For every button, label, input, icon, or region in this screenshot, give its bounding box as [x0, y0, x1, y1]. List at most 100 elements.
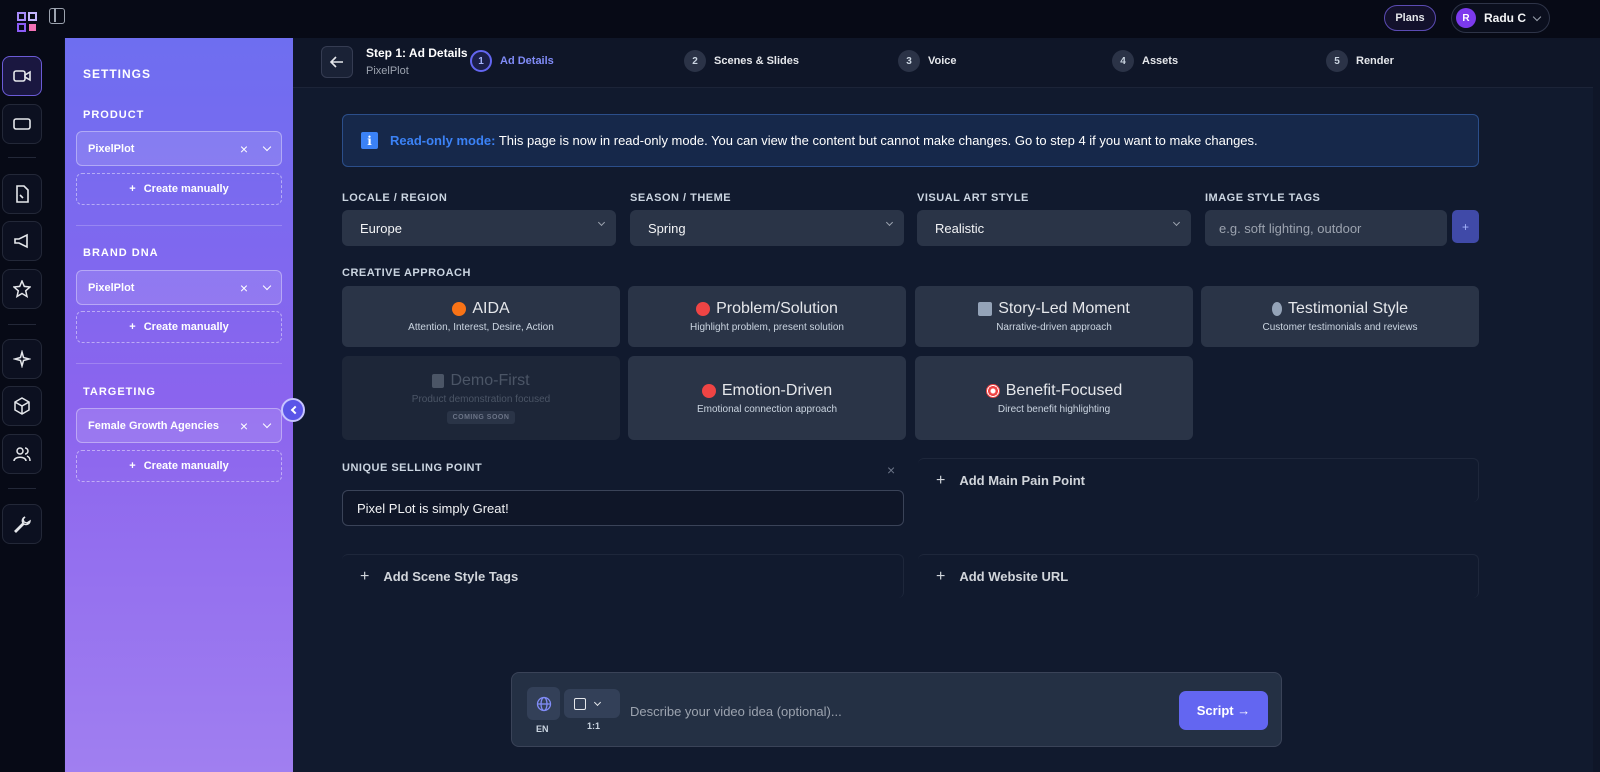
aspect-ratio-select[interactable]: [564, 689, 620, 718]
card-aida[interactable]: AIDA Attention, Interest, Desire, Action: [342, 286, 620, 347]
settings-title: SETTINGS: [83, 67, 152, 81]
sidebar-toggle-icon[interactable]: [49, 8, 65, 24]
step-scenes-slides[interactable]: 2 Scenes & Slides: [684, 50, 799, 72]
screen-icon[interactable]: [2, 104, 42, 144]
plus-icon: +: [360, 567, 370, 585]
add-scene-tags-button[interactable]: + Add Scene Style Tags: [342, 554, 904, 598]
sparkle-icon[interactable]: [2, 339, 42, 379]
add-website-button[interactable]: + Add Website URL: [918, 554, 1479, 598]
target-icon: [985, 383, 1000, 398]
script-button[interactable]: Script →: [1179, 691, 1268, 730]
icon-rail: [0, 38, 64, 772]
brand-dna-select[interactable]: PixelPlot ×: [76, 270, 282, 305]
collapse-panel-button[interactable]: [281, 398, 305, 422]
user-menu[interactable]: R Radu C: [1451, 3, 1550, 33]
video-icon[interactable]: [2, 56, 42, 96]
usp-input[interactable]: Pixel PLot is simply Great!: [342, 490, 904, 526]
targeting-value: Female Growth Agencies: [88, 419, 220, 432]
chevron-down-icon: [1532, 12, 1542, 21]
usp-label: UNIQUE SELLING POINT: [342, 462, 483, 474]
targeting-title: TARGETING: [83, 386, 156, 398]
clear-icon[interactable]: ×: [240, 280, 248, 296]
chevron-down-icon[interactable]: [262, 281, 272, 291]
settings-panel: SETTINGS PRODUCT PixelPlot × + Create ma…: [65, 38, 293, 772]
create-product-button[interactable]: + Create manually: [76, 173, 282, 205]
step-ad-details[interactable]: 1 Ad Details: [470, 50, 554, 72]
card-benefit-focused[interactable]: Benefit-Focused Direct benefit highlight…: [915, 356, 1193, 440]
season-label: SEASON / THEME: [630, 192, 732, 204]
product-select[interactable]: PixelPlot ×: [76, 131, 282, 166]
globe-icon: [536, 696, 551, 711]
image-tags-input[interactable]: e.g. soft lighting, outdoor: [1205, 210, 1447, 246]
art-style-select[interactable]: Realistic: [917, 210, 1191, 246]
wrench-icon[interactable]: [2, 504, 42, 544]
language-button[interactable]: [527, 687, 560, 720]
star-icon[interactable]: [2, 269, 42, 309]
video-idea-input[interactable]: Describe your video idea (optional)...: [630, 704, 842, 719]
step-title: Step 1: Ad Details: [366, 46, 468, 60]
plus-icon: +: [129, 183, 136, 195]
clear-icon[interactable]: ×: [240, 141, 248, 157]
clear-icon[interactable]: ×: [240, 418, 248, 434]
create-brand-dna-button[interactable]: + Create manually: [76, 311, 282, 343]
face-icon: [696, 302, 711, 316]
card-problem-solution[interactable]: Problem/Solution Highlight problem, pres…: [628, 286, 906, 347]
art-style-label: VISUAL ART STYLE: [917, 192, 1029, 204]
card-testimonial[interactable]: Testimonial Style Customer testimonials …: [1201, 286, 1479, 347]
plus-icon: +: [129, 460, 136, 472]
users-icon[interactable]: [2, 434, 42, 474]
stepper: Step 1: Ad Details PixelPlot 1 Ad Detail…: [293, 38, 1593, 88]
chevron-down-icon: [597, 218, 606, 227]
locale-label: LOCALE / REGION: [342, 192, 448, 204]
step-assets[interactable]: 4 Assets: [1112, 50, 1178, 72]
create-label: Create manually: [143, 183, 229, 195]
locale-select[interactable]: Europe: [342, 210, 616, 246]
step-render[interactable]: 5 Render: [1326, 50, 1394, 72]
plus-icon: +: [129, 321, 136, 333]
card-demo-first: Demo-First Product demonstration focused…: [342, 356, 620, 440]
mic-icon: [1271, 302, 1282, 316]
close-icon[interactable]: ×: [887, 462, 895, 478]
document-icon[interactable]: [2, 174, 42, 214]
chevron-down-icon[interactable]: [262, 419, 272, 429]
chevron-down-icon: [1172, 218, 1181, 227]
scrollbar[interactable]: [1593, 38, 1600, 772]
plus-icon: +: [936, 567, 946, 585]
megaphone-icon[interactable]: [2, 221, 42, 261]
season-select[interactable]: Spring: [630, 210, 904, 246]
step-subtitle: PixelPlot: [366, 65, 409, 77]
chevron-down-icon: [593, 698, 602, 706]
main-content: Step 1: Ad Details PixelPlot 1 Ad Detail…: [293, 38, 1600, 772]
square-icon: [574, 697, 586, 710]
book-icon: [978, 302, 993, 316]
box-icon[interactable]: [2, 386, 42, 426]
plus-icon: +: [936, 471, 946, 489]
plans-button[interactable]: Plans: [1384, 5, 1436, 31]
add-tag-button[interactable]: +: [1452, 210, 1479, 243]
card-emotion-driven[interactable]: Emotion-Driven Emotional connection appr…: [628, 356, 906, 440]
notice-text: This page is now in read-only mode. You …: [498, 133, 1258, 148]
coming-soon-badge: COMING SOON: [446, 411, 516, 424]
back-button[interactable]: [321, 46, 353, 78]
chevron-down-icon: [885, 218, 894, 227]
card-story-led[interactable]: Story-Led Moment Narrative-driven approa…: [915, 286, 1193, 347]
create-label: Create manually: [143, 321, 229, 333]
targeting-select[interactable]: Female Growth Agencies ×: [76, 408, 282, 443]
product-value: PixelPlot: [88, 142, 135, 155]
aspect-ratio-label: 1:1: [587, 721, 601, 731]
prompt-bar: EN 1:1 Describe your video idea (optiona…: [511, 672, 1282, 747]
product-title: PRODUCT: [83, 109, 145, 121]
step-voice[interactable]: 3 Voice: [898, 50, 957, 72]
clipboard-icon: [432, 374, 445, 388]
app-logo[interactable]: [17, 12, 37, 32]
info-icon: i: [361, 132, 378, 149]
notice-label: Read-only mode:: [390, 133, 496, 148]
image-tags-label: IMAGE STYLE TAGS: [1205, 192, 1321, 204]
chevron-left-icon: [290, 405, 299, 415]
chevron-down-icon[interactable]: [262, 142, 272, 152]
add-pain-point-button[interactable]: + Add Main Pain Point: [918, 458, 1479, 502]
avatar: R: [1456, 8, 1476, 28]
arrow-left-icon: [330, 56, 343, 68]
top-bar: Plans R Radu C: [0, 0, 1600, 38]
create-targeting-button[interactable]: + Create manually: [76, 450, 282, 482]
